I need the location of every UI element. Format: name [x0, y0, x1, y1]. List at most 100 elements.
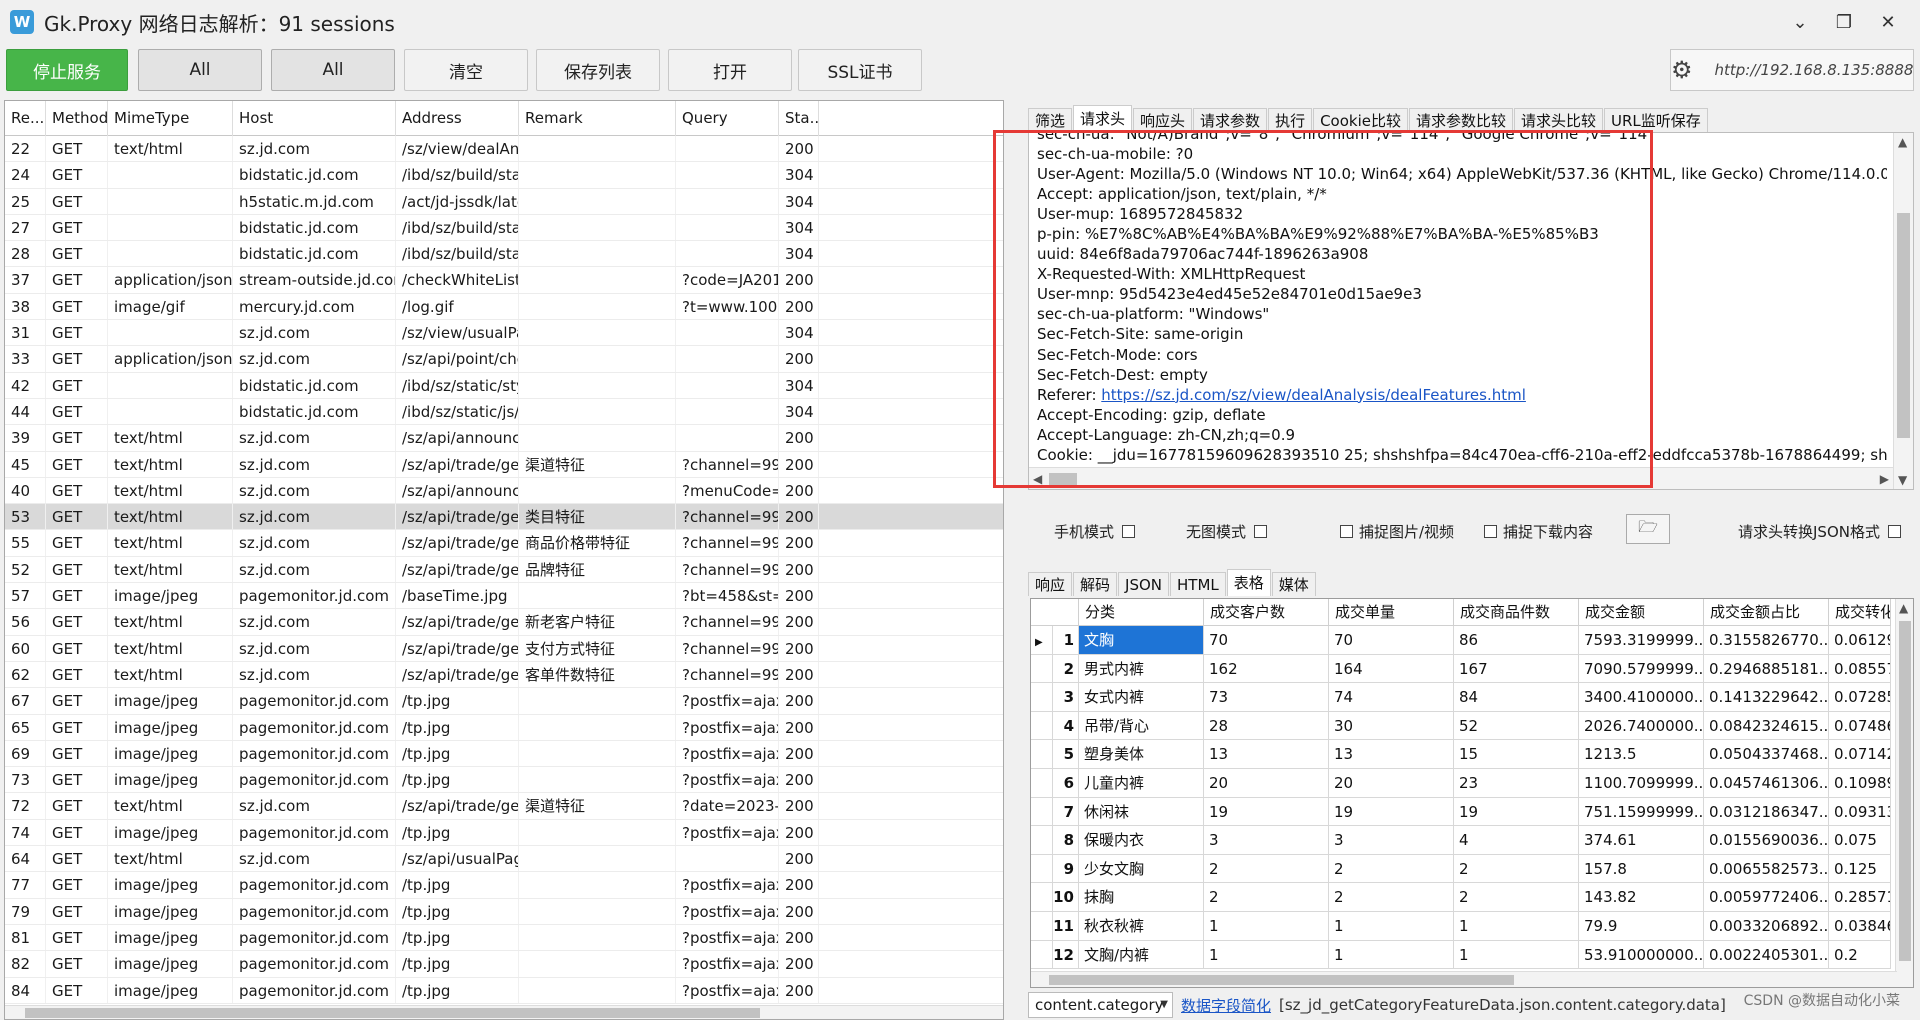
table-row[interactable]: 11 秋衣秋裤 1 1 1 79.9 0.0033206892... 0.03846 — [1031, 911, 1891, 941]
table-cell[interactable]: 0.0033206892... — [1704, 911, 1829, 941]
table-cell[interactable]: 86 — [1454, 626, 1579, 655]
table-cell[interactable]: 男式内裤 — [1079, 654, 1204, 684]
table-cell[interactable]: 0.1413229642... — [1704, 683, 1829, 712]
session-row[interactable]: 84 GET image/jpeg pagemonitor.jd.com/tp.jpg… — [5, 977, 1003, 1004]
table-row[interactable]: 10 抹胸 2 2 2 143.82 0.0059772406... 0.28571 — [1031, 883, 1891, 912]
table-cell[interactable]: 20 — [1204, 768, 1329, 798]
scroll-right-icon[interactable]: ▶ — [1880, 472, 1889, 486]
table-vertical-scrollbar[interactable]: ▲ — [1895, 599, 1913, 987]
table-vscroll-thumb[interactable] — [1899, 621, 1911, 961]
table-cell[interactable]: 74 — [1329, 683, 1454, 712]
table-cell[interactable]: 19 — [1454, 797, 1579, 827]
tab-detail-0[interactable]: 筛选 — [1028, 108, 1073, 132]
capture-download-checkbox[interactable] — [1484, 524, 1497, 538]
open-button[interactable]: 打开 — [668, 49, 792, 91]
table-cell[interactable]: 13 — [1204, 740, 1329, 769]
table-cell[interactable]: 7090.5799999... — [1579, 654, 1704, 684]
table-cell[interactable]: 1 — [1329, 911, 1454, 941]
session-row[interactable]: 72GETtext/htmlsz.jd.com/sz/api/trade/get… — [5, 793, 1003, 820]
no-image-option[interactable]: 无图模式 — [1186, 521, 1268, 542]
table-cell[interactable]: 0.09313 — [1829, 797, 1891, 827]
session-row[interactable]: 37 GET application/json stream-outside.jd.c… — [5, 267, 1003, 294]
table-col-header[interactable]: 成交客户数 — [1204, 599, 1329, 626]
table-cell[interactable]: 30 — [1329, 711, 1454, 741]
table-row[interactable]: 12 文胸/内裤 1 1 1 53.910000000... 0.0022405301...… — [1031, 940, 1891, 970]
table-cell[interactable]: 3400.4100000... — [1579, 683, 1704, 712]
session-row[interactable]: 24GET bidstatic.jd.com/ibd/sz/build/sta..… — [5, 162, 1003, 189]
table-cell[interactable]: 0.06129 — [1829, 626, 1891, 655]
save-list-button[interactable]: 保存列表 — [536, 49, 660, 91]
table-cell[interactable]: 2 — [1329, 883, 1454, 912]
table-cell[interactable]: 1 — [1329, 940, 1454, 970]
session-row[interactable]: 60GETtext/htmlsz.jd.com/sz/api/trade/get… — [5, 635, 1003, 662]
table-cell[interactable]: 73 — [1204, 683, 1329, 712]
session-row[interactable]: 45GETtext/htmlsz.jd.com/sz/api/trade/get… — [5, 451, 1003, 478]
table-cell[interactable]: 19 — [1329, 797, 1454, 827]
table-cell[interactable]: 2 — [1204, 854, 1329, 884]
chevron-down-icon[interactable]: ▼ — [1160, 993, 1168, 1017]
table-cell[interactable]: 0.2946885181... — [1704, 654, 1829, 684]
table-horizontal-scrollbar[interactable] — [1031, 971, 1897, 987]
table-cell[interactable]: 3 — [1329, 826, 1454, 855]
session-row[interactable]: 69 GET image/jpeg pagemonitor.jd.com/tp.jpg… — [5, 740, 1003, 768]
table-cell[interactable]: 157.8 — [1579, 854, 1704, 884]
tab-response-0[interactable]: 响应 — [1028, 572, 1073, 596]
table-cell[interactable]: 0.0155690036... — [1704, 826, 1829, 855]
table-cell[interactable]: 7593.3199999... — [1579, 626, 1704, 655]
capture-download-option[interactable]: 捕捉下载内容 — [1484, 521, 1593, 542]
tab-detail-7[interactable]: 请求头比较 — [1514, 108, 1604, 132]
tab-detail-5[interactable]: Cookie比较 — [1313, 108, 1408, 132]
request-vertical-scrollbar[interactable]: ▲ ▼ — [1893, 133, 1913, 489]
session-col-header[interactable]: Remark — [519, 101, 676, 136]
table-cell[interactable]: 162 — [1204, 654, 1329, 684]
table-row[interactable]: 6 儿童内裤 20 20 23 1100.7099999... 0.0457461306..… — [1031, 768, 1891, 798]
session-row[interactable]: 73 GET image/jpeg pagemonitor.jd.com/tp.jpg… — [5, 767, 1003, 794]
table-cell[interactable]: 1213.5 — [1579, 740, 1704, 769]
proxy-url[interactable]: http://192.168.8.135:8888 — [1715, 61, 1914, 79]
session-col-header[interactable]: MimeType — [108, 101, 233, 136]
table-cell[interactable]: 15 — [1454, 740, 1579, 769]
request-vscroll-thumb[interactable] — [1897, 213, 1910, 438]
tab-detail-2[interactable]: 响应头 — [1133, 108, 1193, 132]
request-headers-area[interactable]: sec-ch-ua: "Not/A)Brand";v="8", "Chromiu… — [1028, 132, 1914, 490]
table-row[interactable]: 9 少女文胸 2 2 2 157.8 0.0065582573... 0.125 — [1031, 854, 1891, 884]
table-cell[interactable]: 文胸 — [1079, 626, 1204, 655]
session-row[interactable]: 25GET h5static.m.jd.com/act/jd-jssdk/late… — [5, 188, 1003, 215]
table-cell[interactable]: 2 — [1454, 854, 1579, 884]
filter-all-button-1[interactable]: All — [138, 49, 262, 91]
table-cell[interactable]: 84 — [1454, 683, 1579, 712]
tab-response-2[interactable]: JSON — [1118, 572, 1170, 596]
session-row[interactable]: 62GETtext/htmlsz.jd.com/sz/api/trade/get… — [5, 661, 1003, 689]
table-cell[interactable]: 751.15999999... — [1579, 797, 1704, 827]
table-cell[interactable]: 0.3155826770... — [1704, 626, 1829, 655]
table-cell[interactable]: 3 — [1204, 826, 1329, 855]
table-row[interactable]: 5 塑身美体 13 13 15 1213.5 0.0504337468... 0.07142 — [1031, 740, 1891, 769]
table-cell[interactable]: 休闲袜 — [1079, 797, 1204, 827]
tab-detail-3[interactable]: 请求参数 — [1193, 108, 1268, 132]
table-cell[interactable]: 28 — [1204, 711, 1329, 741]
table-cell[interactable]: 1100.7099999... — [1579, 768, 1704, 798]
simplify-fields-link[interactable]: 数据字段简化 — [1181, 995, 1271, 1016]
table-cell[interactable]: 1 — [1204, 911, 1329, 941]
folder-open-icon[interactable]: 🗁 — [1626, 514, 1670, 544]
table-cell[interactable]: 0.0504337468... — [1704, 740, 1829, 769]
session-row[interactable]: 77 GET image/jpeg pagemonitor.jd.com/tp.jpg… — [5, 872, 1003, 899]
table-cell[interactable]: 抹胸 — [1079, 883, 1204, 912]
table-cell[interactable]: 0.07285 — [1829, 683, 1891, 712]
scroll-down-icon[interactable]: ▼ — [1898, 473, 1907, 487]
header-json-checkbox[interactable] — [1887, 524, 1901, 538]
table-cell[interactable]: 70 — [1329, 626, 1454, 655]
table-cell[interactable]: 79.9 — [1579, 911, 1704, 941]
table-cell[interactable]: 0.28571 — [1829, 883, 1891, 912]
table-cell[interactable]: 0.07486 — [1829, 711, 1891, 741]
table-cell[interactable]: 0.0065582573... — [1704, 854, 1829, 884]
table-cell[interactable]: 0.07142 — [1829, 740, 1891, 769]
table-row[interactable]: 3 女式内裤 73 74 84 3400.4100000... 0.1413229642..… — [1031, 683, 1891, 712]
table-cell[interactable]: 0.125 — [1829, 854, 1891, 884]
tab-detail-1[interactable]: 请求头 — [1073, 105, 1133, 132]
mobile-mode-option[interactable]: 手机模式 — [1054, 521, 1136, 542]
session-col-header[interactable]: Query — [676, 101, 779, 136]
minimize-button[interactable]: ⌄ — [1778, 6, 1822, 38]
session-row[interactable]: 81 GET image/jpeg pagemonitor.jd.com/tp.jpg… — [5, 924, 1003, 952]
table-cell[interactable]: 0.0842324615... — [1704, 711, 1829, 741]
